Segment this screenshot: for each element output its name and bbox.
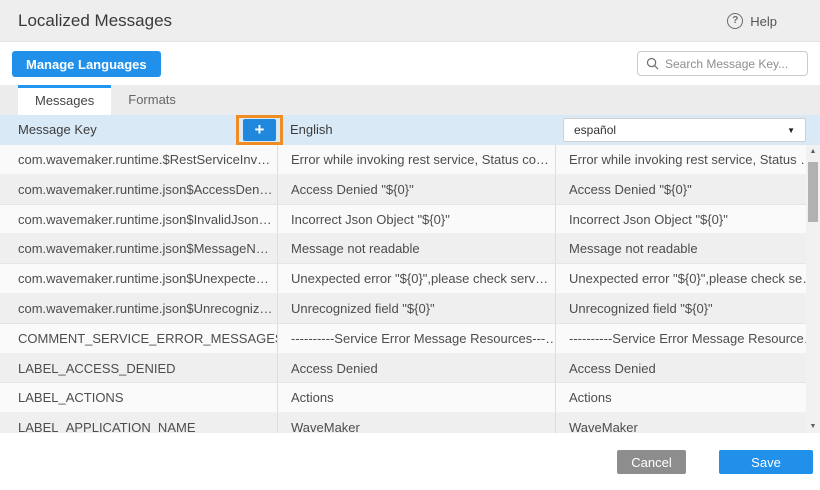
- table-row[interactable]: COMMENT_SERVICE_ERROR_MESSAGES ---------…: [0, 324, 806, 354]
- cancel-button[interactable]: Cancel: [617, 450, 686, 474]
- cell-english[interactable]: Unrecognized field "${0}": [277, 294, 555, 323]
- table-header-row: Message Key + English español ▼: [0, 115, 820, 145]
- scroll-down-icon[interactable]: ▼: [806, 423, 820, 430]
- cell-espanol[interactable]: Unexpected error "${0}",please check se…: [555, 264, 806, 293]
- table-row[interactable]: com.wavemaker.runtime.json$Unrecogniz… U…: [0, 294, 806, 324]
- search-icon: [646, 57, 659, 70]
- tab-messages[interactable]: Messages: [18, 85, 111, 115]
- table-row[interactable]: LABEL_APPLICATION_NAME WaveMaker WaveMak…: [0, 413, 806, 433]
- cell-english[interactable]: WaveMaker: [277, 413, 555, 433]
- chevron-down-icon: ▼: [787, 126, 795, 135]
- search-input[interactable]: [665, 57, 799, 71]
- tab-formats[interactable]: Formats: [111, 85, 193, 115]
- cell-espanol[interactable]: Incorrect Json Object "${0}": [555, 205, 806, 234]
- table-row[interactable]: com.wavemaker.runtime.json$Unexpecte… Un…: [0, 264, 806, 294]
- cell-espanol[interactable]: Actions: [555, 383, 806, 412]
- help-label: Help: [750, 14, 777, 29]
- cell-message-key[interactable]: com.wavemaker.runtime.json$MessageN…: [0, 234, 277, 263]
- table-row[interactable]: com.wavemaker.runtime.json$MessageN… Mes…: [0, 234, 806, 264]
- cell-espanol[interactable]: Message not readable: [555, 234, 806, 263]
- cell-english[interactable]: Access Denied: [277, 354, 555, 383]
- cell-message-key[interactable]: LABEL_ACCESS_DENIED: [0, 354, 277, 383]
- cell-english[interactable]: Incorrect Json Object "${0}": [277, 205, 555, 234]
- cell-english[interactable]: Message not readable: [277, 234, 555, 263]
- column-header-english: English: [290, 115, 333, 145]
- page-title: Localized Messages: [18, 0, 172, 42]
- table-row[interactable]: LABEL_ACCESS_DENIED Access Denied Access…: [0, 354, 806, 384]
- cell-message-key[interactable]: com.wavemaker.runtime.json$Unexpecte…: [0, 264, 277, 293]
- save-button[interactable]: Save: [719, 450, 813, 474]
- cell-english[interactable]: Error while invoking rest service, Statu…: [277, 145, 555, 174]
- table-row[interactable]: com.wavemaker.runtime.json$AccessDen… Ac…: [0, 175, 806, 205]
- cell-espanol[interactable]: Access Denied: [555, 354, 806, 383]
- cell-espanol[interactable]: Error while invoking rest service, Statu…: [555, 145, 806, 174]
- scroll-up-icon[interactable]: ▲: [806, 148, 820, 155]
- table-row[interactable]: com.wavemaker.runtime.json$InvalidJson… …: [0, 205, 806, 235]
- dialog-titlebar: Localized Messages ? Help: [0, 0, 820, 42]
- search-box[interactable]: [637, 51, 808, 76]
- cell-english[interactable]: ----------Service Error Message Resource…: [277, 324, 555, 353]
- add-message-highlight-box: +: [236, 115, 283, 145]
- cell-message-key[interactable]: com.wavemaker.runtime.$RestServiceInv…: [0, 145, 277, 174]
- cell-espanol[interactable]: Unrecognized field "${0}": [555, 294, 806, 323]
- scrollbar-thumb[interactable]: [808, 162, 818, 222]
- tab-bar: Messages Formats: [0, 85, 820, 115]
- table-row[interactable]: com.wavemaker.runtime.$RestServiceInv… E…: [0, 145, 806, 175]
- toolbar: Manage Languages: [0, 42, 820, 85]
- add-message-button[interactable]: +: [243, 119, 276, 141]
- help-button[interactable]: ? Help: [727, 0, 777, 42]
- cell-message-key[interactable]: com.wavemaker.runtime.json$Unrecogniz…: [0, 294, 277, 323]
- cell-message-key[interactable]: LABEL_ACTIONS: [0, 383, 277, 412]
- cell-message-key[interactable]: com.wavemaker.runtime.json$AccessDen…: [0, 175, 277, 204]
- cell-message-key[interactable]: com.wavemaker.runtime.json$InvalidJson…: [0, 205, 277, 234]
- messages-table-body: com.wavemaker.runtime.$RestServiceInv… E…: [0, 145, 806, 433]
- dialog-footer: Cancel Save: [0, 433, 820, 490]
- cell-english[interactable]: Actions: [277, 383, 555, 412]
- language-select-value: español: [574, 123, 787, 137]
- manage-languages-button[interactable]: Manage Languages: [12, 51, 161, 77]
- cell-message-key[interactable]: LABEL_APPLICATION_NAME: [0, 413, 277, 433]
- cell-espanol[interactable]: Access Denied "${0}": [555, 175, 806, 204]
- cell-english[interactable]: Access Denied "${0}": [277, 175, 555, 204]
- vertical-scrollbar[interactable]: ▲ ▼: [806, 145, 820, 433]
- cell-espanol[interactable]: ----------Service Error Message Resource…: [555, 324, 806, 353]
- cell-espanol[interactable]: WaveMaker: [555, 413, 806, 433]
- table-row[interactable]: LABEL_ACTIONS Actions Actions: [0, 383, 806, 413]
- language-select[interactable]: español ▼: [563, 118, 806, 142]
- column-header-message-key: Message Key: [18, 115, 97, 145]
- cell-message-key[interactable]: COMMENT_SERVICE_ERROR_MESSAGES: [0, 324, 277, 353]
- help-question-icon: ?: [727, 13, 743, 29]
- cell-english[interactable]: Unexpected error "${0}",please check ser…: [277, 264, 555, 293]
